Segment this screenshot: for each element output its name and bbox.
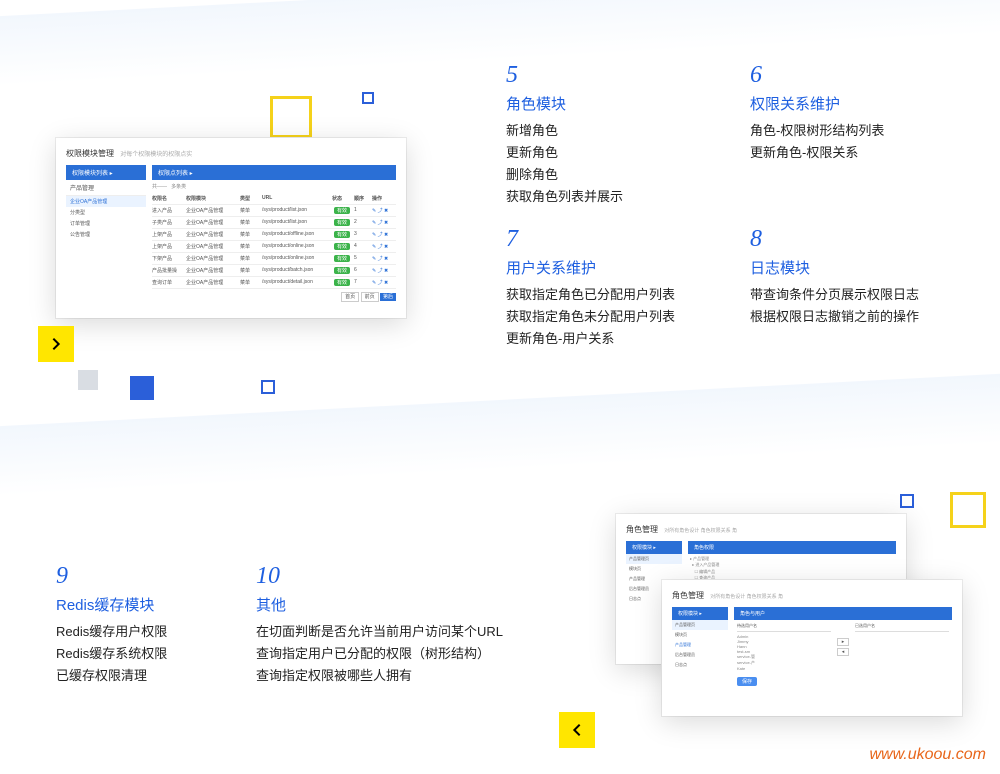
feature-item: 查询指定用户已分配的权限（树形结构） bbox=[256, 643, 503, 665]
feature-item: 获取指定角色未分配用户列表 bbox=[506, 306, 675, 328]
mock-screenshot-1: 权限模块管理 对每个权限模块的权限点实 权限模块列表 ▸ 产品管理 企业OA产品… bbox=[56, 138, 406, 318]
feature-title: Redis缓存模块 bbox=[56, 594, 167, 615]
feature-item: 角色-权限树形结构列表 bbox=[750, 120, 884, 142]
feature-title: 用户关系维护 bbox=[506, 257, 675, 278]
deco-square-blue-small bbox=[362, 92, 374, 104]
feature-title: 角色模块 bbox=[506, 93, 623, 114]
feature-10: 10 其他 在切面判断是否允许当前用户访问某个URL 查询指定用户已分配的权限（… bbox=[256, 563, 503, 687]
feature-item: 更新角色-权限关系 bbox=[750, 142, 884, 164]
feature-item: Redis缓存系统权限 bbox=[56, 643, 167, 665]
mock1-left-header: 权限模块列表 ▸ bbox=[66, 165, 146, 180]
mock1-left-item: 分类型 bbox=[66, 207, 146, 218]
mock1-left-item: 企业OA产品管理 bbox=[66, 196, 146, 207]
deco-square-yellow-2 bbox=[950, 492, 986, 528]
feature-title: 权限关系维护 bbox=[750, 93, 884, 114]
deco-square-gray bbox=[78, 370, 98, 390]
feature-number: 7 bbox=[506, 226, 675, 253]
mock1-title: 权限模块管理 bbox=[66, 149, 114, 158]
feature-item: 已缓存权限清理 bbox=[56, 665, 167, 687]
mock-screenshot-2-front: 角色管理 对所有角色设计 角色权限关系 角 权限模块 ▸ 产品管理页 模块页 产… bbox=[662, 580, 962, 716]
feature-7: 7 用户关系维护 获取指定角色已分配用户列表 获取指定角色未分配用户列表 更新角… bbox=[506, 226, 675, 350]
feature-number: 10 bbox=[256, 563, 503, 590]
feature-number: 6 bbox=[750, 62, 884, 89]
feature-item: 删除角色 bbox=[506, 164, 623, 186]
deco-square-blue-outline bbox=[261, 380, 275, 394]
deco-square-blue-fill bbox=[130, 376, 154, 400]
arrow-left-icon bbox=[559, 712, 595, 748]
feature-item: 查询指定权限被哪些人拥有 bbox=[256, 665, 503, 687]
feature-item: 新增角色 bbox=[506, 120, 623, 142]
feature-item: 更新角色 bbox=[506, 142, 623, 164]
mock1-left-item: 订单管理 bbox=[66, 218, 146, 229]
feature-number: 9 bbox=[56, 563, 167, 590]
mock2-subtitle: 对所有角色设计 角色权限关系 角 bbox=[664, 528, 737, 534]
feature-8: 8 日志模块 带查询条件分页展示权限日志 根据权限日志撤销之前的操作 bbox=[750, 226, 919, 328]
mock1-left-sub: 产品管理 bbox=[66, 180, 146, 196]
feature-item: 获取指定角色已分配用户列表 bbox=[506, 284, 675, 306]
feature-item: 获取角色列表并展示 bbox=[506, 186, 623, 208]
deco-square-yellow bbox=[270, 96, 312, 138]
mock1-left-item: 公告管理 bbox=[66, 229, 146, 240]
feature-6: 6 权限关系维护 角色-权限树形结构列表 更新角色-权限关系 bbox=[750, 62, 884, 164]
feature-item: 带查询条件分页展示权限日志 bbox=[750, 284, 919, 306]
feature-item: 在切面判断是否允许当前用户访问某个URL bbox=[256, 621, 503, 643]
feature-5: 5 角色模块 新增角色 更新角色 删除角色 获取角色列表并展示 bbox=[506, 62, 623, 208]
feature-title: 其他 bbox=[256, 594, 503, 615]
feature-9: 9 Redis缓存模块 Redis缓存用户权限 Redis缓存系统权限 已缓存权… bbox=[56, 563, 167, 687]
feature-item: Redis缓存用户权限 bbox=[56, 621, 167, 643]
feature-item: 更新角色-用户关系 bbox=[506, 328, 675, 350]
feature-title: 日志模块 bbox=[750, 257, 919, 278]
watermark: www.ukoou.com bbox=[870, 746, 987, 764]
mock1-right-header: 权限点列表 ▸ bbox=[152, 165, 396, 180]
arrow-right-icon bbox=[38, 326, 74, 362]
mock2-title: 角色管理 bbox=[626, 525, 658, 534]
feature-number: 8 bbox=[750, 226, 919, 253]
deco-square-blue-2 bbox=[900, 494, 914, 508]
feature-item: 根据权限日志撤销之前的操作 bbox=[750, 306, 919, 328]
feature-number: 5 bbox=[506, 62, 623, 89]
mock1-subtitle: 对每个权限模块的权限点实 bbox=[120, 152, 192, 158]
